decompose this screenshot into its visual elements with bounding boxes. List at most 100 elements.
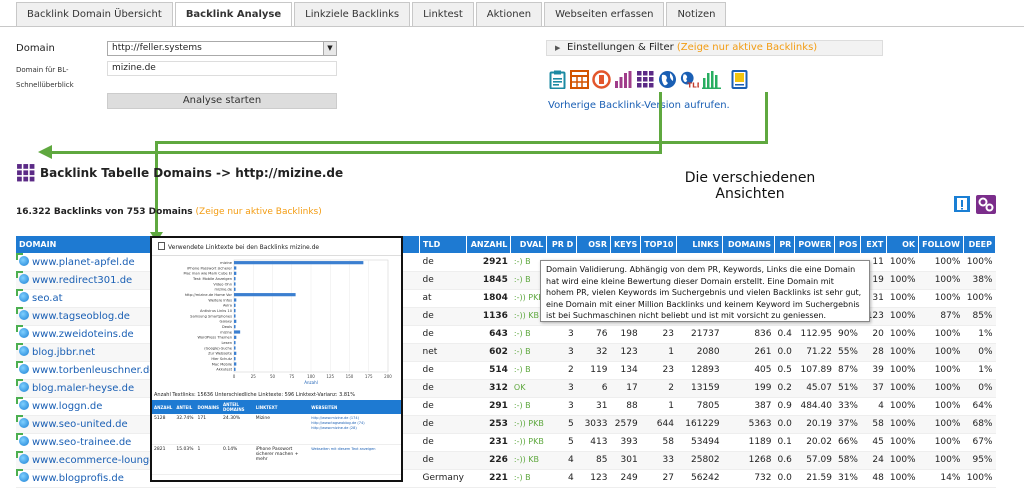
cell-deep: 1% xyxy=(963,361,996,380)
config-gear-icon[interactable] xyxy=(976,195,996,214)
domain-link-icon[interactable] xyxy=(16,325,29,338)
domain-link[interactable]: www.seo-united.de xyxy=(32,419,128,430)
domain-link-icon[interactable] xyxy=(16,451,29,464)
column-header-power[interactable]: POWER xyxy=(794,236,836,253)
panel-column-header[interactable]: DOMAINS xyxy=(195,400,222,414)
domain-link-icon[interactable] xyxy=(16,361,29,374)
column-header-anzahl[interactable]: ANZAHL xyxy=(466,236,512,253)
domain-grid-icon[interactable] xyxy=(636,70,655,89)
cell-anzahl[interactable]: 312 xyxy=(466,379,511,398)
domain-link-icon[interactable] xyxy=(16,343,29,356)
previous-version-link[interactable]: Vorherige Backlink-Version aufrufen. xyxy=(548,100,730,111)
domain-link-icon[interactable] xyxy=(16,289,29,302)
cell-anzahl[interactable]: 1845 xyxy=(466,271,511,290)
chart-category-label: Hier Schutz xyxy=(211,357,232,361)
cell-anzahl[interactable]: 1804 xyxy=(466,289,511,308)
panel-cell-webseiten[interactable]: http://www.mizine.de (174) http://www.ta… xyxy=(309,414,401,445)
domain-link[interactable]: blog.maler-heyse.de xyxy=(32,383,134,394)
domain-link[interactable]: www.zweidoteins.de xyxy=(32,329,134,340)
panel-column-header[interactable]: WEBSEITEN xyxy=(309,400,401,414)
domain-link[interactable]: seo.at xyxy=(32,293,63,304)
tab-aktionen[interactable]: Aktionen xyxy=(475,2,543,26)
bar-chart-icon[interactable] xyxy=(614,70,633,89)
document-icon[interactable] xyxy=(730,70,749,89)
domain-select[interactable]: http://feller.systems ▼ xyxy=(107,41,337,56)
column-header-keys[interactable]: KEYS xyxy=(610,236,642,253)
chart-category-label: Zur Webseite xyxy=(208,352,233,356)
tld-globe-icon[interactable]: TLD xyxy=(680,70,699,89)
cell-deep: 0% xyxy=(963,343,996,362)
tab-linkziele-backlinks[interactable]: Linkziele Backlinks xyxy=(294,2,411,26)
globe-icon[interactable] xyxy=(658,70,677,89)
panel-column-header[interactable]: ANTEIL DOMAINS xyxy=(221,400,254,414)
column-header-links[interactable]: LINKS xyxy=(676,236,724,253)
domain-link[interactable]: www.tagseoblog.de xyxy=(32,311,130,322)
tab-webseiten-erfassen[interactable]: Webseiten erfassen xyxy=(544,2,665,26)
column-header-pr[interactable]: PR xyxy=(774,236,796,253)
panel-cell-anteil_dom: 0.14% xyxy=(221,444,254,475)
chart-bar xyxy=(234,287,236,291)
chart-tick-label: 100 xyxy=(307,374,315,379)
domain-link-icon[interactable] xyxy=(16,415,29,428)
cell-anzahl[interactable]: 253 xyxy=(466,415,511,434)
column-header-pos[interactable]: POS xyxy=(834,236,862,253)
start-analysis-button[interactable]: Analyse starten xyxy=(107,93,337,109)
domain-link-icon[interactable] xyxy=(16,271,29,284)
domain-link[interactable]: www.redirect301.de xyxy=(32,275,132,286)
domain-link-icon[interactable] xyxy=(16,307,29,320)
domain-link-icon[interactable] xyxy=(16,379,29,392)
panel-column-header[interactable]: ANZAHL xyxy=(152,400,175,414)
domain-link-icon[interactable] xyxy=(16,397,29,410)
cell-links: 56242 xyxy=(676,469,723,488)
column-header-follow[interactable]: FOLLOW xyxy=(918,236,964,253)
domain-link[interactable]: www.seo-trainee.de xyxy=(32,437,131,448)
domain-link[interactable]: blog.jbbr.net xyxy=(32,347,95,358)
chart-bar xyxy=(234,261,364,265)
panel-cell-webseiten[interactable]: Webseiten mit diesem Text anzeigen xyxy=(309,444,401,475)
cell-pr: 0.0 xyxy=(774,343,795,362)
domain-link-icon[interactable] xyxy=(16,433,29,446)
cell-anzahl[interactable]: 221 xyxy=(466,469,511,488)
export-icon[interactable] xyxy=(953,195,971,213)
panel-column-header[interactable]: ANTEIL xyxy=(174,400,196,414)
cell-anzahl[interactable]: 2921 xyxy=(466,253,511,272)
cell-anzahl[interactable]: 643 xyxy=(466,325,511,344)
clipboard-icon[interactable] xyxy=(548,70,567,89)
column-header-dval[interactable]: DVAL xyxy=(510,236,548,253)
tab-backlink-analyse[interactable]: Backlink Analyse xyxy=(174,2,293,27)
bl-domain-input[interactable]: mizine.de xyxy=(107,61,337,76)
domain-link[interactable]: www.planet-apfel.de xyxy=(32,257,135,268)
column-header-ok[interactable]: OK xyxy=(886,236,920,253)
tab-notizen[interactable]: Notizen xyxy=(666,2,727,26)
cell-deep: 100% xyxy=(963,253,996,272)
panel-column-header[interactable]: LINKTEXT xyxy=(253,400,310,414)
column-header-pr-d[interactable]: PR D xyxy=(546,236,578,253)
chart-tick-label: 200 xyxy=(384,374,392,379)
tab-backlink-domain-uebersicht[interactable]: Backlink Domain Übersicht xyxy=(16,2,173,26)
column-header-top10[interactable]: TOP10 xyxy=(640,236,678,253)
column-header-domains[interactable]: DOMAINS xyxy=(722,236,776,253)
settings-filter-toggle[interactable]: ▶ Einstellungen & Filter (Zeige nur akti… xyxy=(546,40,883,56)
tab-linktest[interactable]: Linktest xyxy=(412,2,474,26)
chart-category-label: (Google)-Suche xyxy=(204,346,233,350)
domain-link-icon[interactable] xyxy=(16,469,29,482)
stop-circle-icon[interactable] xyxy=(592,70,611,89)
cell-anzahl[interactable]: 514 xyxy=(466,361,511,380)
cell-anzahl[interactable]: 291 xyxy=(466,397,511,416)
cell-anzahl[interactable]: 226 xyxy=(466,451,511,470)
calendar-grid-icon[interactable] xyxy=(570,70,589,89)
power-bars-icon[interactable] xyxy=(702,70,721,89)
chevron-down-icon[interactable]: ▼ xyxy=(323,42,336,55)
column-header-osr[interactable]: OSR xyxy=(576,236,611,253)
settings-filter-note: (Zeige nur aktive Backlinks) xyxy=(676,42,818,53)
domain-link-icon[interactable] xyxy=(16,252,29,266)
column-header-tld[interactable]: TLD xyxy=(419,236,468,253)
domain-link[interactable]: www.loggn.de xyxy=(32,401,102,412)
cell-anzahl[interactable]: 1136 xyxy=(466,307,511,326)
column-header-deep[interactable]: DEEP xyxy=(963,236,997,253)
column-header-ext[interactable]: EXT xyxy=(860,236,888,253)
cell-anzahl[interactable]: 602 xyxy=(466,343,511,362)
cell-anzahl[interactable]: 231 xyxy=(466,433,511,452)
domain-link[interactable]: www.blogprofis.de xyxy=(32,473,124,484)
domain-link[interactable]: www.torbenleuschner.de xyxy=(32,365,155,376)
